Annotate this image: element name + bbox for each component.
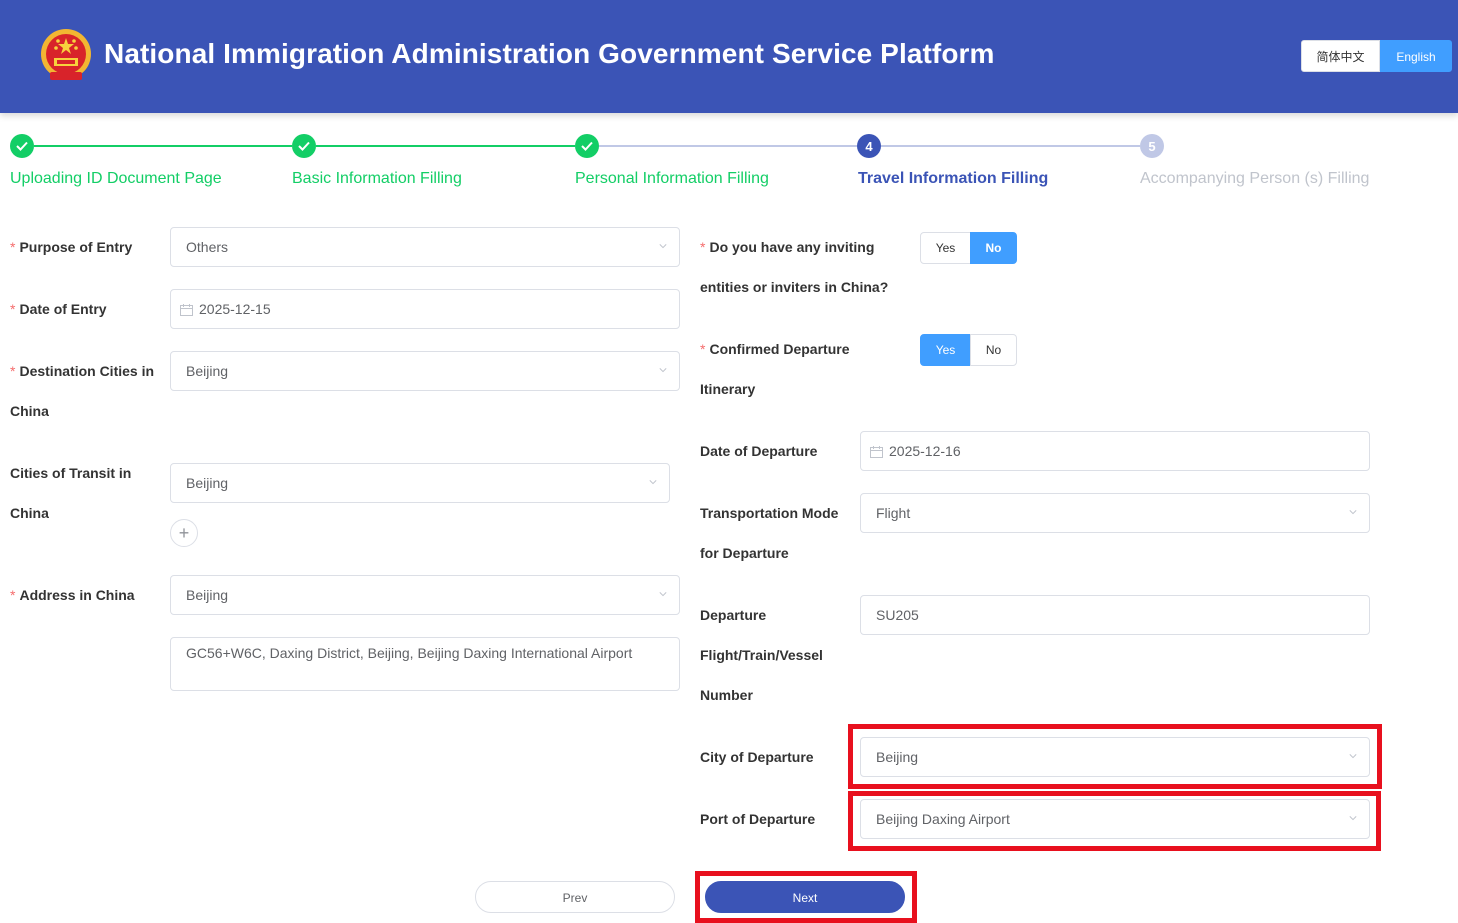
- next-button[interactable]: Next: [705, 881, 905, 913]
- transit-cities-select[interactable]: Beijing: [170, 463, 670, 503]
- step-1-check-icon: [10, 134, 34, 158]
- chevron-down-icon: [1349, 510, 1357, 515]
- transit-cities-label: Cities of Transit in: [10, 465, 132, 481]
- departure-number-label-line2: Flight/Train/Vessel: [700, 647, 823, 663]
- transit-cities-value: Beijing: [186, 475, 229, 491]
- inviting-entities-label: * Do you have any inviting: [700, 239, 875, 255]
- inviting-entities-label-line2: entities or inviters in China?: [700, 279, 889, 295]
- chevron-down-icon: [649, 480, 657, 485]
- step-3-check-icon: [575, 134, 599, 158]
- date-of-entry-input[interactable]: 2025-12-15: [170, 289, 680, 329]
- departure-number-label: Departure: [700, 607, 767, 623]
- calendar-icon: [180, 304, 193, 317]
- calendar-icon: [870, 446, 883, 459]
- chevron-down-icon: [659, 244, 667, 249]
- step-connector: [881, 145, 1140, 147]
- departure-number-input[interactable]: SU205: [860, 595, 1370, 635]
- date-of-entry-value: 2025-12-15: [199, 301, 271, 317]
- address-city-value: Beijing: [186, 587, 229, 603]
- city-of-departure-select[interactable]: Beijing: [860, 737, 1370, 777]
- step-2-label: Basic Information Filling: [292, 170, 462, 187]
- site-header: National Immigration Administration Gove…: [0, 0, 1458, 113]
- transportation-mode-label: Transportation Mode: [700, 505, 839, 521]
- city-of-departure-value: Beijing: [876, 749, 919, 765]
- step-4-number: 4: [857, 134, 881, 158]
- step-5-label: Accompanying Person (s) Filling: [1140, 170, 1370, 187]
- prev-button[interactable]: Prev: [475, 881, 675, 913]
- transportation-mode-label-line2: for Departure: [700, 545, 789, 561]
- port-of-departure-select[interactable]: Beijing Daxing Airport: [860, 799, 1370, 839]
- national-emblem-icon: [41, 29, 91, 80]
- purpose-of-entry-label: * Purpose of Entry: [10, 239, 133, 255]
- destination-cities-select[interactable]: Beijing: [170, 351, 680, 391]
- chevron-down-icon: [1349, 754, 1357, 759]
- step-connector: [34, 145, 292, 147]
- transportation-mode-value: Flight: [876, 505, 911, 521]
- chevron-down-icon: [659, 368, 667, 373]
- date-of-departure-input[interactable]: 2025-12-16: [860, 431, 1370, 471]
- language-chinese-button[interactable]: 简体中文: [1301, 40, 1380, 72]
- chevron-down-icon: [659, 592, 667, 597]
- step-connector: [316, 145, 575, 147]
- step-1-label: Uploading ID Document Page: [10, 170, 222, 187]
- step-4-label: Travel Information Filling: [858, 170, 1049, 187]
- inviting-yes-button[interactable]: Yes: [920, 232, 971, 264]
- step-5-number: 5: [1140, 134, 1164, 158]
- destination-cities-label: * Destination Cities in: [10, 363, 155, 379]
- purpose-of-entry-value: Others: [186, 239, 229, 255]
- address-city-select[interactable]: Beijing: [170, 575, 680, 615]
- transportation-mode-select[interactable]: Flight: [860, 493, 1370, 533]
- language-english-button[interactable]: English: [1380, 40, 1452, 72]
- add-transit-city-button[interactable]: +: [170, 519, 198, 547]
- transit-cities-label-line2: China: [10, 505, 49, 521]
- step-2-check-icon: [292, 134, 316, 158]
- city-of-departure-label: City of Departure: [700, 749, 814, 765]
- page-title: National Immigration Administration Gove…: [104, 38, 995, 69]
- step-3-label: Personal Information Filling: [575, 170, 769, 187]
- departure-number-value: SU205: [876, 607, 919, 623]
- purpose-of-entry-select[interactable]: Others: [170, 227, 680, 267]
- confirmed-departure-label-line2: Itinerary: [700, 381, 756, 397]
- port-of-departure-value: Beijing Daxing Airport: [876, 811, 1010, 827]
- destination-cities-value: Beijing: [186, 363, 229, 379]
- date-of-departure-label: Date of Departure: [700, 443, 818, 459]
- date-of-departure-value: 2025-12-16: [889, 443, 961, 459]
- step-connector: [599, 145, 857, 147]
- date-of-entry-label: * Date of Entry: [10, 301, 107, 317]
- confirmed-no-button[interactable]: No: [970, 334, 1017, 366]
- port-of-departure-label: Port of Departure: [700, 811, 816, 827]
- departure-number-label-line3: Number: [700, 687, 753, 703]
- address-detail-textarea[interactable]: GC56+W6C, Daxing District, Beijing, Beij…: [170, 637, 680, 691]
- destination-cities-label-line2: China: [10, 403, 49, 419]
- inviting-no-button[interactable]: No: [970, 232, 1017, 264]
- address-in-china-label: * Address in China: [10, 587, 135, 603]
- confirmed-yes-button[interactable]: Yes: [920, 334, 971, 366]
- chevron-down-icon: [1349, 816, 1357, 821]
- confirmed-departure-label: * Confirmed Departure: [700, 341, 850, 357]
